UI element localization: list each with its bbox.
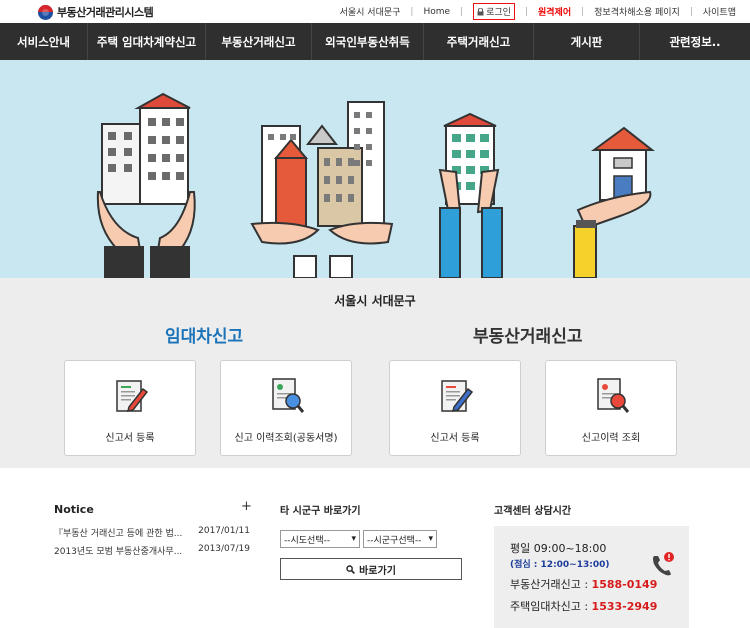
document-pen-icon: [116, 380, 149, 412]
notice-title: Notice: [54, 503, 94, 516]
lease-report-title: 임대차신고: [165, 327, 244, 347]
sido-select-value: --시도선택--: [284, 535, 331, 546]
support-title: 고객센터 상담시간: [494, 506, 572, 517]
search-icon: [346, 564, 356, 574]
sitemap-link[interactable]: 사이트맵: [703, 5, 736, 18]
trade-register-card[interactable]: 신고서 등록: [389, 360, 521, 456]
card-label: 신고 이력조회(공동서명): [234, 433, 338, 444]
notice-item-date: 2017/01/11: [198, 526, 250, 536]
trade-history-card[interactable]: 신고이력 조회: [545, 360, 677, 456]
lock-icon: [477, 7, 484, 15]
logo-text: 부동산거래관리시스템: [57, 6, 154, 19]
hands-holding-buildings-illustration: [96, 92, 655, 278]
site-logo[interactable]: 부동산거래관리시스템: [38, 4, 154, 20]
go-button[interactable]: 바로가기: [280, 558, 462, 580]
region-link[interactable]: 서울시 서대문구: [340, 5, 401, 18]
list-item[interactable]: 『부동산 거래신고 등에 관한 법... 2017/01/11: [54, 526, 250, 539]
lease-register-card[interactable]: 신고서 등록: [64, 360, 196, 456]
card-label: 신고서 등록: [105, 433, 155, 444]
nav-item-lease-report[interactable]: 주택 임대차계약신고: [88, 23, 206, 60]
phone-alert-icon: [653, 552, 674, 576]
notice-item-title: 2013년도 모범 부동산중개사무...: [54, 547, 183, 557]
document-search-icon: [597, 378, 630, 413]
login-label: 로그인: [486, 8, 511, 18]
utility-links: 서울시 서대문구 | Home | 로그인 | 원격제어 | 정보격차해소용 페…: [340, 3, 736, 20]
notice-item-date: 2013/07/19: [198, 544, 250, 554]
login-link[interactable]: 로그인: [473, 3, 515, 20]
trade-phone-label: 부동산거래신고 :: [510, 578, 592, 591]
services-section: 서울시 서대문구 임대차신고 부동산거래신고 신고서 등록 신고 이력조회(공동…: [0, 278, 750, 468]
region-title: 서울시 서대문구: [334, 294, 416, 308]
nav-item-service-guide[interactable]: 서비스안내: [0, 23, 88, 60]
sigungu-select-value: --시군구선택--: [367, 535, 422, 546]
building-group-3: [438, 112, 503, 278]
nav-item-house-trade[interactable]: 주택거래신고: [424, 23, 534, 60]
remote-control-link[interactable]: 원격제어: [538, 5, 571, 18]
lease-history-card[interactable]: 신고 이력조회(공동서명): [220, 360, 352, 456]
chevron-down-icon: ▾: [428, 534, 433, 544]
sido-select[interactable]: --시도선택-- ▾: [280, 530, 360, 548]
shortcut-title: 타 시군구 바로가기: [280, 506, 361, 517]
go-button-label: 바로가기: [359, 565, 396, 577]
government-emblem-icon: [38, 4, 53, 20]
support-hours: 평일 09:00~18:00: [510, 542, 607, 555]
trade-phone-line: 부동산거래신고 : 1588-0149: [510, 576, 657, 592]
sigungu-select[interactable]: --시군구선택-- ▾: [363, 530, 437, 548]
bottom-section: Notice + 『부동산 거래신고 등에 관한 법... 2017/01/11…: [0, 468, 750, 628]
document-search-icon: [272, 378, 305, 413]
home-link[interactable]: Home: [423, 7, 450, 17]
notice-item-title: 『부동산 거래신고 등에 관한 법...: [54, 529, 183, 539]
list-item[interactable]: 2013년도 모범 부동산중개사무... 2013/07/19: [54, 544, 250, 557]
lease-phone-label: 주택임대차신고 :: [510, 600, 592, 613]
nav-item-foreigner-acquisition[interactable]: 외국인부동산취득: [312, 23, 424, 60]
card-label: 신고서 등록: [430, 433, 480, 444]
lease-phone-line: 주택임대차신고 : 1533-2949: [510, 598, 657, 614]
chevron-down-icon: ▾: [351, 534, 356, 544]
lease-phone-number: 1533-2949: [591, 600, 658, 613]
card-label: 신고이력 조회: [581, 433, 641, 444]
building-group-4: [573, 126, 655, 278]
nav-item-board[interactable]: 게시판: [534, 23, 640, 60]
support-box: 평일 09:00~18:00 (점심 : 12:00~13:00) 부동산거래신…: [494, 526, 689, 628]
nav-item-related-info[interactable]: 관련정보..: [640, 23, 750, 60]
hero-banner: [0, 60, 750, 278]
document-pen-icon: [441, 380, 474, 412]
support-lunch: (점심 : 12:00~13:00): [510, 560, 610, 570]
trade-report-title: 부동산거래신고: [473, 327, 583, 347]
building-group-2: [250, 101, 394, 278]
trade-phone-number: 1588-0149: [591, 578, 658, 591]
nav-item-real-estate-trade[interactable]: 부동산거래신고: [206, 23, 312, 60]
accessibility-page-link[interactable]: 정보격차해소용 페이지: [594, 5, 680, 18]
notice-more-button[interactable]: +: [241, 499, 252, 514]
building-group-1: [96, 92, 196, 278]
top-bar: 부동산거래관리시스템 서울시 서대문구 | Home | 로그인 | 원격제어 …: [0, 0, 750, 22]
main-nav: 서비스안내 주택 임대차계약신고 부동산거래신고 외국인부동산취득 주택거래신고…: [0, 23, 750, 60]
